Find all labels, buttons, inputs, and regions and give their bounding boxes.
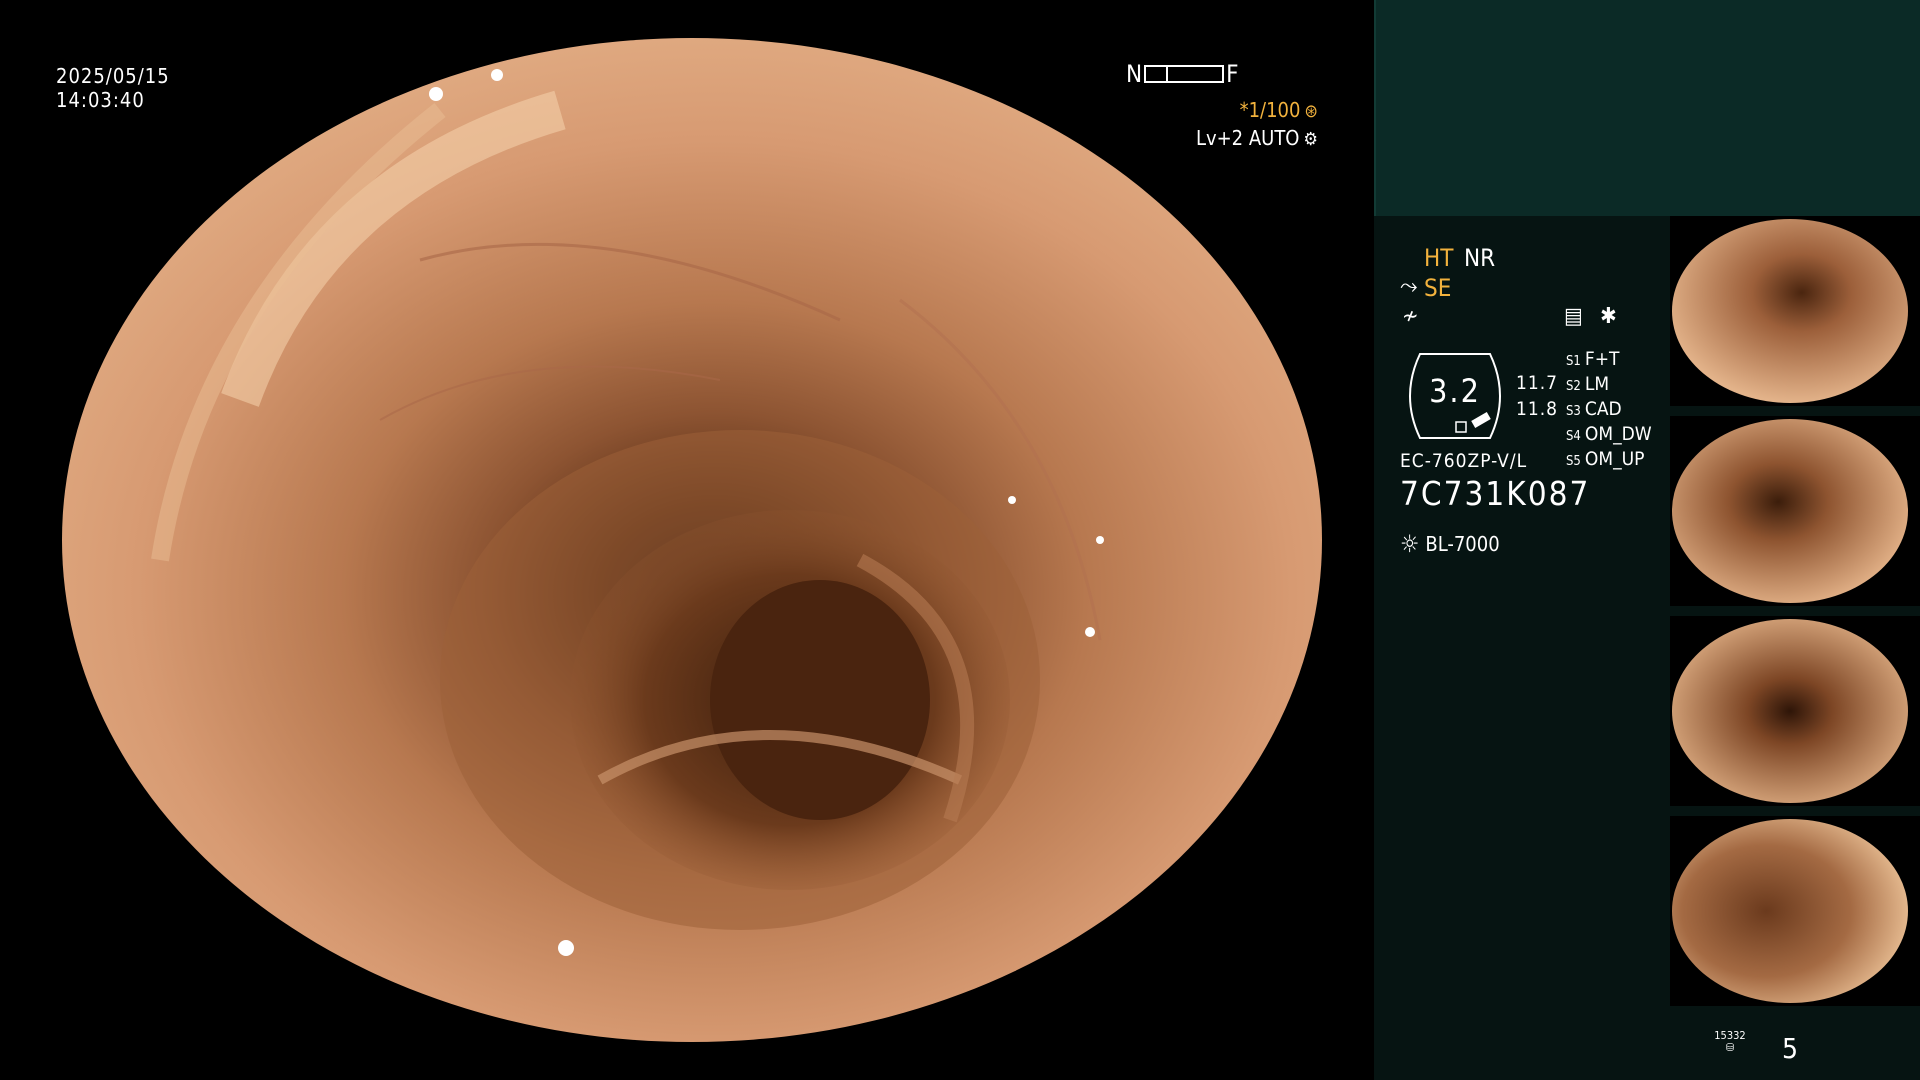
ht-flag: HT <box>1424 244 1454 272</box>
near-label: N <box>1126 60 1143 88</box>
mode-key: S2 <box>1566 379 1581 394</box>
enhance-icon: ⤳ <box>1400 274 1418 299</box>
thumbnail-1[interactable] <box>1670 216 1920 406</box>
thumbnail-2[interactable] <box>1670 416 1920 606</box>
structure-icon: ≁ <box>1402 304 1419 329</box>
mode-label: OM_DW <box>1584 423 1652 445</box>
mode-key: S4 <box>1566 429 1581 444</box>
light-source-label: BL-7000 <box>1425 532 1500 556</box>
zoom-dial: 3.2 <box>1400 350 1510 442</box>
mode-label: F+T <box>1584 348 1620 370</box>
endoscope-view: 2025/05/15 14:03:40 N F *1/100 ⊛ Lv+2 AUT… <box>0 0 1374 1080</box>
storage-icon: ⛁ <box>1725 1041 1735 1054</box>
nr-flag: NR <box>1464 244 1496 272</box>
mode-label: CAD <box>1584 398 1622 420</box>
brightness-readout: Lv+2 AUTO ⚙ <box>0 126 1374 150</box>
gear-icon: ⚙ <box>1303 129 1318 150</box>
panel-header-area <box>1374 0 1920 216</box>
counter: 15332 ⛁ <box>1710 1030 1750 1054</box>
image-count: 5 <box>1782 1032 1799 1065</box>
dial-number-1: 11.7 <box>1516 372 1559 394</box>
mode-s1: S1 F+T <box>1566 348 1619 370</box>
date-readout: 2025/05/15 <box>56 64 170 88</box>
near-far-indicator: N F <box>1126 60 1239 88</box>
light-source: ☼ BL-7000 <box>1400 530 1500 558</box>
shutter-readout: *1/100 ⊛ <box>0 98 1374 122</box>
mode-key: S1 <box>1566 354 1581 369</box>
scope-model: EC-760ZP-V/L <box>1400 450 1528 472</box>
asterisk-icon: ✱ <box>1600 304 1617 329</box>
mode-s5: S5 OM_UP <box>1566 448 1644 470</box>
mode-key: S5 <box>1566 454 1581 469</box>
far-label: F <box>1226 60 1239 88</box>
mode-key: S3 <box>1566 404 1581 419</box>
mode-s4: S4 OM_DW <box>1566 423 1652 445</box>
mode-s3: S3 CAD <box>1566 398 1622 420</box>
aperture-icon: ⊛ <box>1304 101 1318 122</box>
sun-icon: ☼ <box>1400 530 1420 558</box>
thumbnail-4[interactable] <box>1670 816 1920 1006</box>
thumbnail-3[interactable] <box>1670 616 1920 806</box>
level-value: Lv+2 <box>1195 126 1244 150</box>
zoom-value: 3.2 <box>1429 372 1481 410</box>
colon-lumen-image <box>62 38 1322 1042</box>
mode-s2: S2 LM <box>1566 373 1609 395</box>
scope-serial: 7C731K087 <box>1400 474 1591 513</box>
se-flag: SE <box>1424 274 1452 302</box>
shutter-value: *1/100 <box>1239 98 1301 122</box>
iris-mode: AUTO <box>1248 126 1300 150</box>
focus-bar <box>1144 65 1225 83</box>
mode-label: OM_UP <box>1584 448 1645 470</box>
mucosa-icon: ▤ <box>1564 304 1583 329</box>
info-panel: HT NR ⤳ SE ≁ ▤ ✱ 3.2 11.7 11.8 S1 F+T S2 L… <box>1374 0 1920 1080</box>
dial-number-2: 11.8 <box>1516 398 1559 420</box>
mode-label: LM <box>1584 373 1610 395</box>
